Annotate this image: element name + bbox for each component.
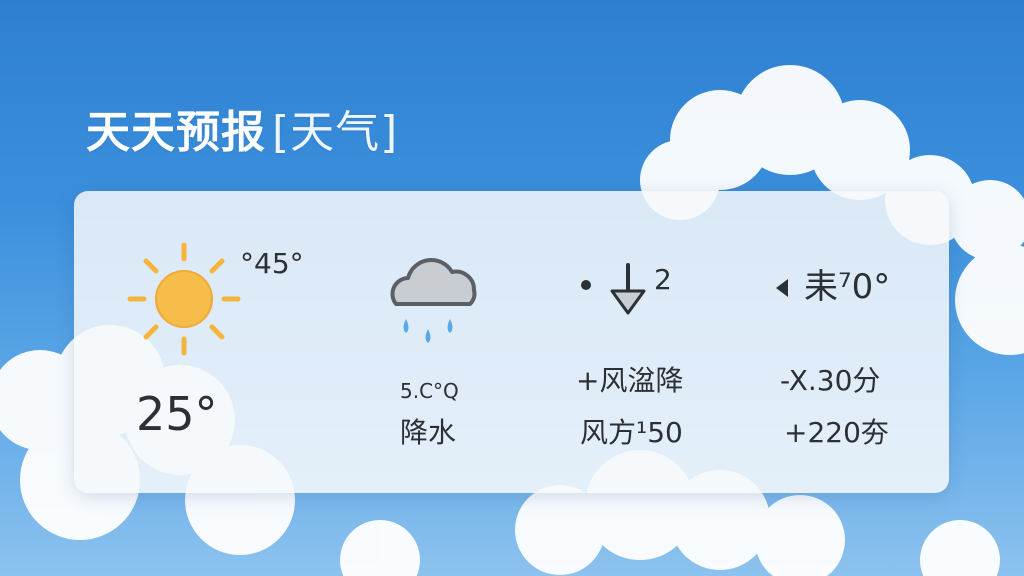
wind-column: 2 +风湓降 风方¹50	[564, 191, 734, 493]
misc-line2: +220夯	[784, 416, 889, 449]
title-suffix: [天气]	[272, 107, 399, 158]
weather-card: °45° 25° 5.C°Q 降水 2 +风湓降 风方¹50 耒⁷0° -X.3…	[74, 191, 949, 493]
wind-line1: +风湓降	[576, 364, 684, 397]
rain-value: 5.C°Q	[400, 379, 459, 403]
title-main: 天天预报	[86, 107, 266, 158]
sunny-top-value: °45°	[240, 247, 304, 280]
misc-line1: -X.30分	[780, 364, 881, 397]
rain-column: 5.C°Q 降水	[364, 191, 514, 493]
sun-icon	[127, 242, 241, 356]
temperature-value: 25°	[136, 387, 218, 441]
wind-line2: 风方¹50	[580, 416, 683, 449]
misc-top-value: 耒⁷0°	[804, 267, 891, 307]
misc-column: 耒⁷0° -X.30分 +220夯	[764, 191, 949, 493]
wind-top-value: 2	[654, 263, 672, 296]
sunny-column: °45° 25°	[74, 191, 304, 493]
rain-label: 降水	[400, 416, 457, 449]
page-title: 天天预报 [天气]	[86, 96, 398, 160]
left-triangle-icon	[776, 279, 788, 297]
rain-cloud-icon	[390, 258, 477, 343]
wind-arrow-icon	[581, 263, 646, 315]
